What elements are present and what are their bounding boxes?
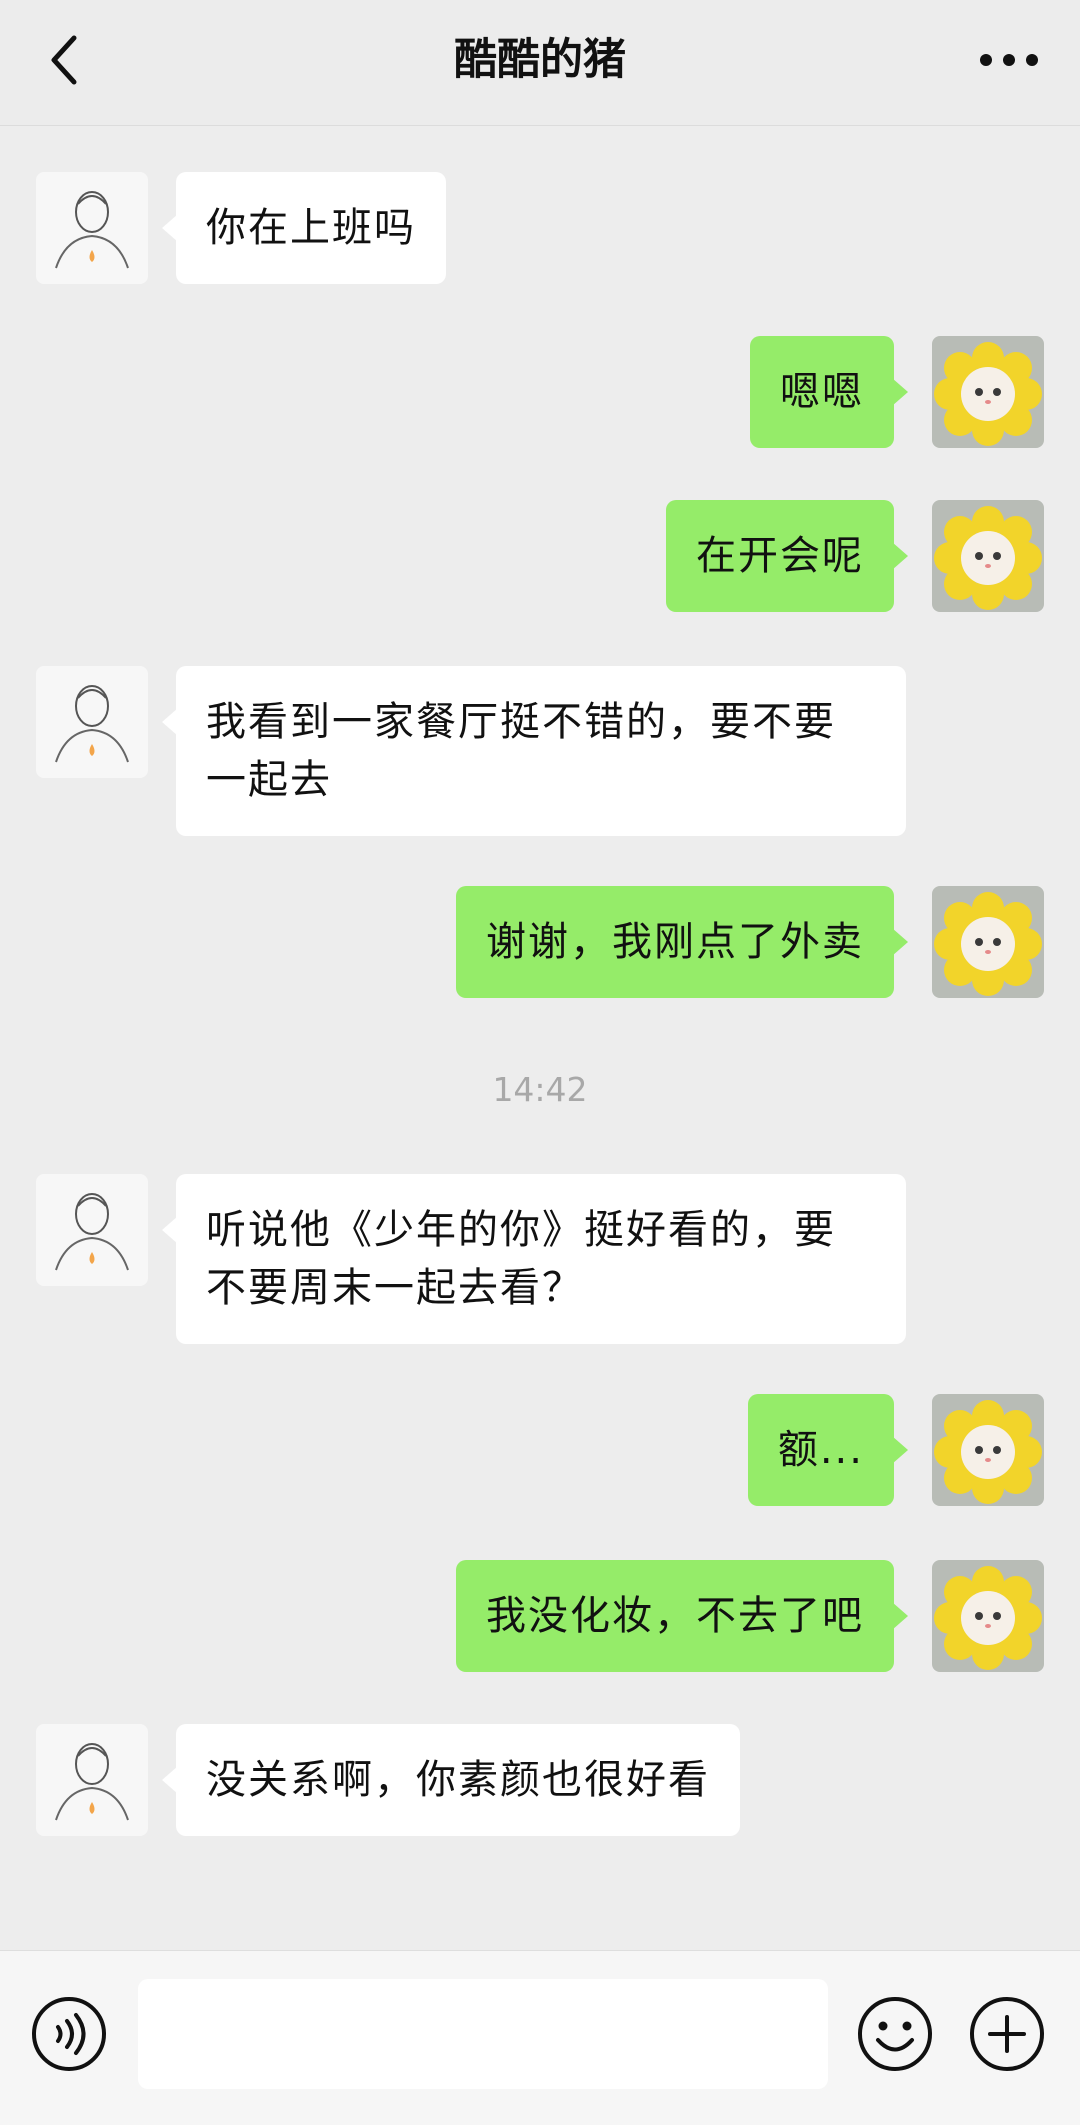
contact-avatar[interactable] bbox=[36, 172, 148, 284]
message-bubble[interactable]: 谢谢，我刚点了外卖 bbox=[456, 886, 908, 998]
message-bubble[interactable]: 在开会呢 bbox=[666, 500, 908, 612]
more-dots-icon[interactable] bbox=[974, 30, 1044, 90]
chat-header: 酷酷的猪 bbox=[0, 0, 1080, 126]
message-bubble[interactable]: 嗯嗯 bbox=[750, 336, 908, 448]
my-avatar[interactable] bbox=[932, 1560, 1044, 1672]
plus-icon[interactable] bbox=[968, 1995, 1046, 2073]
message-bubble[interactable]: 额... bbox=[747, 1394, 909, 1506]
my-avatar[interactable] bbox=[932, 336, 1044, 448]
chat-title: 酷酷的猪 bbox=[454, 35, 626, 85]
message-input[interactable] bbox=[138, 1979, 828, 2089]
voice-icon[interactable] bbox=[30, 1995, 108, 2073]
message-bubble[interactable]: 没关系啊，你素颜也很好看 bbox=[162, 1724, 740, 1836]
my-avatar[interactable] bbox=[932, 886, 1044, 998]
message-bubble[interactable]: 你在上班吗 bbox=[162, 172, 446, 284]
input-bar bbox=[0, 1950, 1080, 2125]
emoji-icon[interactable] bbox=[856, 1995, 934, 2073]
message-bubble[interactable]: 听说他《少年的你》挺好看的，要不要周末一起去看？ bbox=[162, 1174, 906, 1344]
contact-avatar[interactable] bbox=[36, 1724, 148, 1836]
chat-screen: 酷酷的猪 你在上班吗 嗯嗯 在开会呢 我看到一家餐厅挺不错的，要不要一起去 谢谢… bbox=[0, 0, 1080, 2125]
my-avatar[interactable] bbox=[932, 1394, 1044, 1506]
my-avatar[interactable] bbox=[932, 500, 1044, 612]
contact-avatar[interactable] bbox=[36, 1174, 148, 1286]
contact-avatar[interactable] bbox=[36, 666, 148, 778]
message-bubble[interactable]: 我看到一家餐厅挺不错的，要不要一起去 bbox=[162, 666, 906, 836]
message-timestamp: 14:42 bbox=[492, 1070, 588, 1109]
message-bubble[interactable]: 我没化妆，不去了吧 bbox=[456, 1560, 908, 1672]
